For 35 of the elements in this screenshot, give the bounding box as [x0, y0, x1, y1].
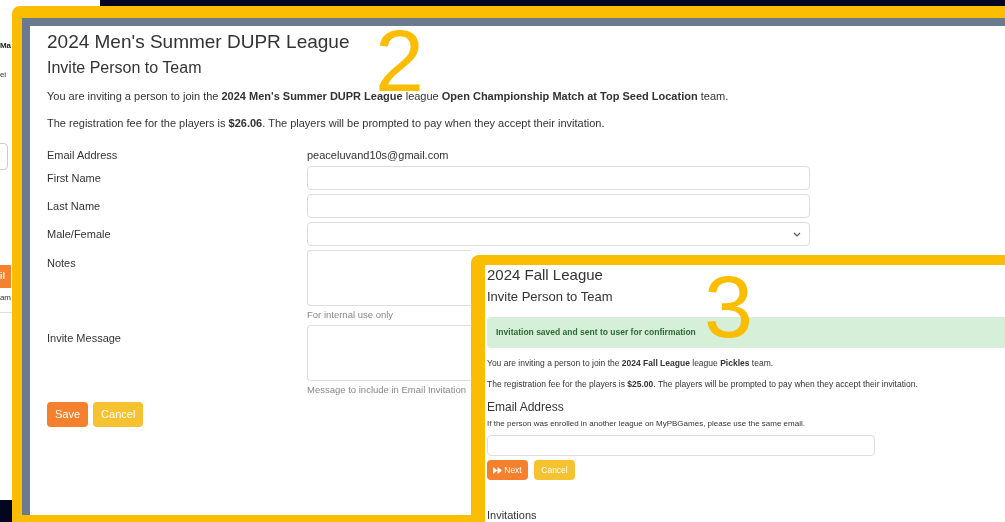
select-field[interactable]	[307, 222, 810, 246]
help-text: For internal use only	[307, 309, 394, 321]
page-title: 2024 Fall League	[487, 265, 604, 285]
help-text: If the person was enrolled in another league on MyPBGames, please use the same email.	[487, 419, 806, 429]
text-fragment: Ma	[0, 40, 11, 52]
page-subtitle: Invite Person to Team	[47, 58, 203, 78]
field-value: peaceluvand10s@gmail.com	[307, 148, 450, 162]
cancel-button[interactable]: Cancel	[534, 460, 575, 480]
info-text: You are inviting a person to join the 2024 Fall League league Pickles team.	[487, 358, 775, 369]
field-label: Email Address	[47, 148, 119, 162]
field-label: Last Name	[47, 199, 102, 214]
text-fragment: ei	[0, 69, 6, 81]
field-label: Notes	[47, 256, 77, 271]
input-field[interactable]	[307, 166, 810, 190]
info-text: The registration fee for the players is $26.06. The players will be prompted to pay when they accept their invitation.	[47, 116, 606, 130]
field-label: Invite Message	[47, 331, 122, 346]
field-label: First Name	[47, 171, 102, 186]
input-field[interactable]	[307, 194, 810, 218]
textarea-field[interactable]	[307, 250, 471, 306]
next-button[interactable]: Next	[487, 460, 528, 480]
fast-forward-icon	[493, 466, 503, 474]
text-fragment: am	[0, 292, 11, 304]
textarea-field[interactable]	[307, 325, 471, 381]
button-fragment[interactable]: il	[0, 265, 11, 288]
chevron-down-icon	[793, 231, 801, 237]
page-subtitle: Invite Person to Team	[487, 288, 614, 306]
section-heading: Invitations	[487, 508, 538, 522]
field-label: Male/Female	[47, 227, 112, 242]
info-text: The registration fee for the players is $25.00. The players will be prompted to pay when they accept their invitation.	[487, 379, 919, 390]
email-input[interactable]	[487, 435, 875, 456]
cancel-button[interactable]: Cancel	[93, 402, 144, 427]
help-text: Message to include in Email Invitation	[307, 384, 466, 396]
save-button[interactable]: Save	[47, 402, 89, 427]
field-label: Email Address	[487, 400, 565, 415]
page-title: 2024 Men's Summer DUPR League	[47, 30, 351, 54]
